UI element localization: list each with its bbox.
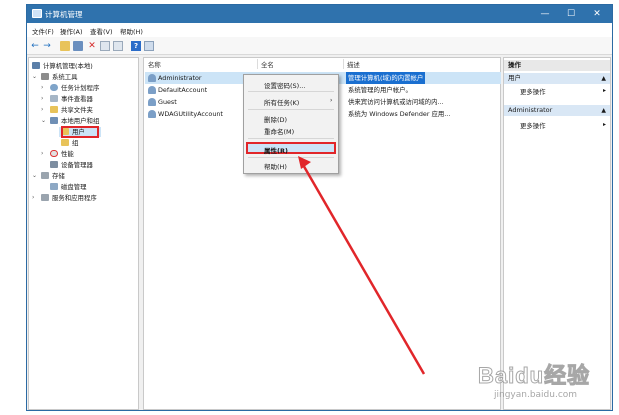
arrow-shaft — [300, 162, 426, 375]
watermark-site: jingyan.baidu.com — [494, 390, 578, 400]
baidu-watermark: Baidu经验 jingyan.baidu.com — [477, 358, 613, 410]
annotation-arrow — [298, 156, 426, 375]
watermark-brand: Baidu经验 — [477, 363, 591, 389]
